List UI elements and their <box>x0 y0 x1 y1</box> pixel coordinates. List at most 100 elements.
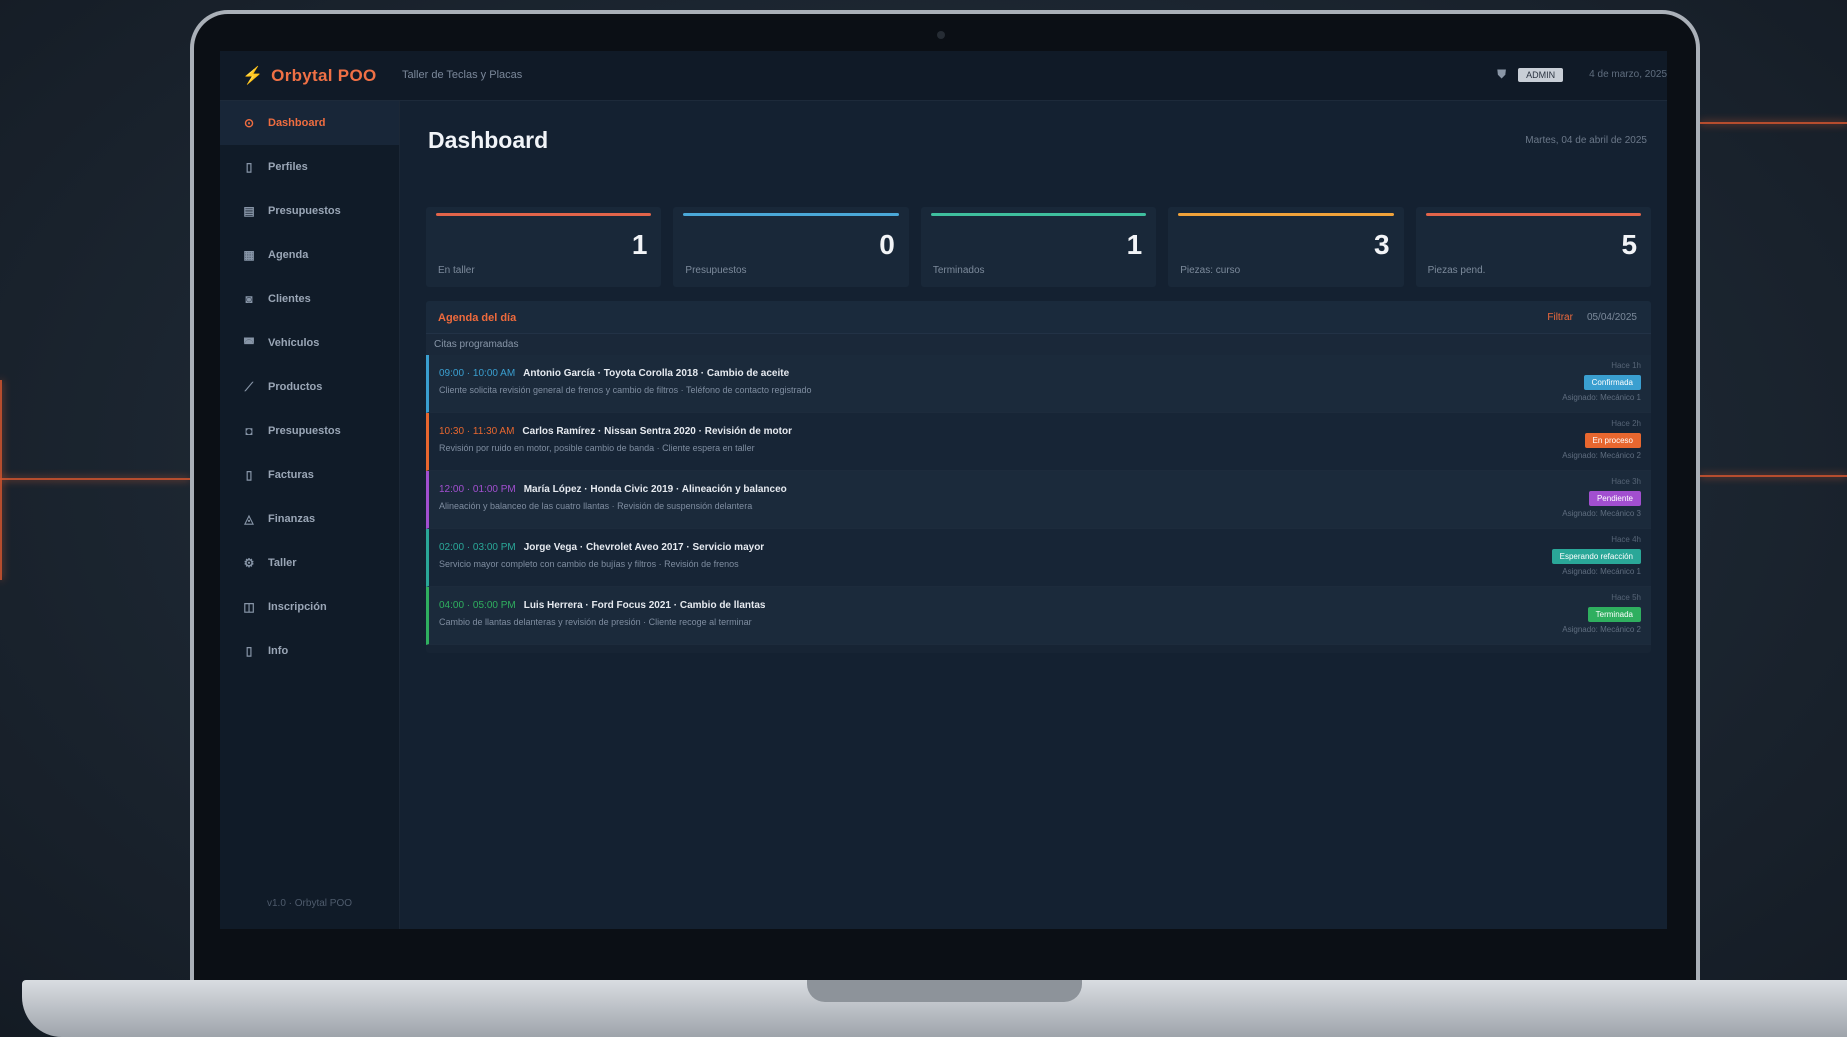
stat-accent-bar <box>1178 213 1394 216</box>
sidebar-item-label: Finanzas <box>268 513 316 525</box>
sidebar-nav: ⊙ Dashboard ▯ Perfiles ▤ Presupuestos ▦ Agenda ◙… <box>220 101 399 673</box>
sidebar-item-9[interactable]: ◬ Finanzas <box>220 497 399 541</box>
agenda-row[interactable]: 12:00 · 01:00 PM María López · Honda Civi… <box>426 471 1651 529</box>
stats-row: 1 En taller 0 Presupuestos 1 Terminados 3 Pieza… <box>426 207 1652 287</box>
status-badge[interactable]: Terminada <box>1587 607 1641 622</box>
appointment-age: Hace 5h <box>1611 593 1641 602</box>
sidebar-item-label: Productos <box>268 381 323 393</box>
agenda-row[interactable]: 04:00 · 05:00 PM Luis Herrera · Ford Focu… <box>426 587 1651 645</box>
camera <box>937 31 945 39</box>
stat-card[interactable]: 5 Piezas pend. <box>1415 207 1652 287</box>
stat-label: Terminados <box>932 265 985 276</box>
sidebar-item-11[interactable]: ◫ Inscripción <box>220 585 399 629</box>
clients-icon: ◙ <box>245 292 253 306</box>
invoice-icon: ▯ <box>245 468 253 482</box>
briefcase-icon: ◘ <box>245 424 253 438</box>
agenda-header: Agenda del día Filtrar 05/04/2025 <box>426 301 1651 334</box>
page-date: Martes, 04 de abril de 2025 <box>1525 135 1647 146</box>
sidebar-item-label: Taller <box>268 557 297 569</box>
sidebar-item-label: Inscripción <box>268 601 327 613</box>
agenda-row[interactable]: 09:00 · 10:00 AM Antonio García · Toyota … <box>426 355 1651 413</box>
stat-label: En taller <box>438 265 475 276</box>
background-glow-line <box>0 380 2 580</box>
agenda-row[interactable]: 10:30 · 11:30 AM Carlos Ramírez · Nissan … <box>426 413 1651 471</box>
appointment-age: Hace 2h <box>1611 419 1641 428</box>
agenda-row[interactable]: 02:00 · 03:00 PM Jorge Vega · Chevrolet A… <box>426 529 1651 587</box>
stat-value: 0 <box>879 229 895 260</box>
sidebar-item-label: Perfiles <box>268 161 308 173</box>
stat-value: 3 <box>1374 229 1390 260</box>
appointment-assignee: Asignado: Mecánico 3 <box>1562 509 1641 518</box>
appointment-line: 02:00 · 03:00 PM Jorge Vega · Chevrolet A… <box>439 542 764 553</box>
stat-accent-bar <box>1425 213 1642 216</box>
status-badge[interactable]: En proceso <box>1584 433 1641 448</box>
status-badge[interactable]: Esperando refacción <box>1551 549 1641 564</box>
stat-label: Piezas pend. <box>1427 265 1486 276</box>
stat-value: 1 <box>1126 229 1143 260</box>
wrench-icon: ⟋ <box>244 379 254 394</box>
profile-icon: ▯ <box>245 160 253 174</box>
appointment-description: Revisión por ruido en motor, posible cam… <box>439 443 755 453</box>
date-picker[interactable]: 05/04/2025 <box>1587 312 1637 323</box>
sidebar-item-1[interactable]: ▯ Perfiles <box>220 145 399 189</box>
appointment-assignee: Asignado: Mecánico 1 <box>1562 393 1641 402</box>
status-badge[interactable]: Pendiente <box>1588 491 1641 506</box>
filter-button[interactable]: Filtrar <box>1547 312 1573 323</box>
appointment-title: Luis Herrera · Ford Focus 2021 · Cambio … <box>523 600 766 611</box>
appointment-description: Servicio mayor completo con cambio de bu… <box>439 559 739 569</box>
role-badge[interactable]: ADMIN <box>1518 67 1564 82</box>
sidebar-item-6[interactable]: ⟋ Productos <box>220 365 399 409</box>
appointment-age: Hace 1h <box>1611 361 1641 370</box>
sidebar-item-3[interactable]: ▦ Agenda <box>220 233 399 277</box>
appointment-time: 09:00 · 10:00 AM <box>439 368 516 379</box>
sidebar-footer: v1.0 · Orbytal POO <box>266 898 353 909</box>
sidebar-item-label: Info <box>268 645 289 657</box>
background-glow-line <box>1700 122 1847 124</box>
stat-card[interactable]: 1 En taller <box>426 207 662 287</box>
register-icon: ◫ <box>243 600 255 614</box>
sidebar-item-4[interactable]: ◙ Clientes <box>220 277 399 321</box>
page-title: Dashboard <box>428 127 549 153</box>
shield-icon[interactable]: ⛊ <box>1497 67 1506 82</box>
stat-card[interactable]: 1 Terminados <box>920 207 1157 287</box>
status-badge[interactable]: Confirmada <box>1583 375 1641 390</box>
sidebar-item-5[interactable]: ◚ Vehículos <box>220 321 399 365</box>
appointment-description: Cliente solicita revisión general de fre… <box>439 385 812 395</box>
sidebar-item-10[interactable]: ⚙ Taller <box>220 541 399 585</box>
sidebar-item-7[interactable]: ◘ Presupuestos <box>220 409 399 453</box>
brand[interactable]: ⚡ Orbytal POO <box>242 66 377 86</box>
appointment-assignee: Asignado: Mecánico 1 <box>1562 567 1641 576</box>
stat-card[interactable]: 0 Presupuestos <box>673 207 909 287</box>
background-glow-line <box>1700 475 1847 477</box>
sidebar-item-2[interactable]: ▤ Presupuestos <box>220 189 399 233</box>
appointment-line: 04:00 · 05:00 PM Luis Herrera · Ford Focu… <box>439 600 765 611</box>
stat-accent-bar <box>683 213 899 216</box>
stat-value: 1 <box>631 229 648 260</box>
stat-card[interactable]: 3 Piezas: curso <box>1168 207 1404 287</box>
agenda-subheader: Citas programadas <box>426 334 1651 355</box>
stat-label: Presupuestos <box>685 265 747 276</box>
sidebar-item-label: Presupuestos <box>268 205 341 217</box>
main-content: Dashboard Martes, 04 de abril de 2025 1 E… <box>400 101 1667 929</box>
sidebar: ⊙ Dashboard ▯ Perfiles ▤ Presupuestos ▦ Agenda ◙… <box>220 101 400 929</box>
stat-value: 5 <box>1621 229 1638 260</box>
appointment-time: 04:00 · 05:00 PM <box>439 600 516 611</box>
top-right: ⛊ ADMIN 4 de marzo, 2025 <box>1497 67 1667 82</box>
top-meta: 4 de marzo, 2025 <box>1589 69 1667 80</box>
agenda-title: Agenda del día <box>438 312 517 324</box>
car-icon: ◚ <box>243 336 255 350</box>
appointment-line: 09:00 · 10:00 AM Antonio García · Toyota … <box>439 368 789 379</box>
agenda-list: 09:00 · 10:00 AM Antonio García · Toyota … <box>426 355 1651 645</box>
sidebar-item-0[interactable]: ⊙ Dashboard <box>220 101 399 145</box>
appointment-description: Cambio de llantas delanteras y revisión … <box>439 617 752 627</box>
finance-icon: ◬ <box>244 512 254 526</box>
appointment-title: Carlos Ramírez · Nissan Sentra 2020 · Re… <box>522 426 792 437</box>
brand-name: Orbytal POO <box>271 66 377 85</box>
budget-icon: ▤ <box>243 204 255 218</box>
sidebar-item-8[interactable]: ▯ Facturas <box>220 453 399 497</box>
sidebar-item-12[interactable]: ▯ Info <box>220 629 399 673</box>
sidebar-item-label: Clientes <box>268 293 311 305</box>
calendar-icon: ▦ <box>243 248 255 262</box>
gear-icon: ⚙ <box>243 556 255 570</box>
sidebar-item-label: Presupuestos <box>268 425 341 437</box>
